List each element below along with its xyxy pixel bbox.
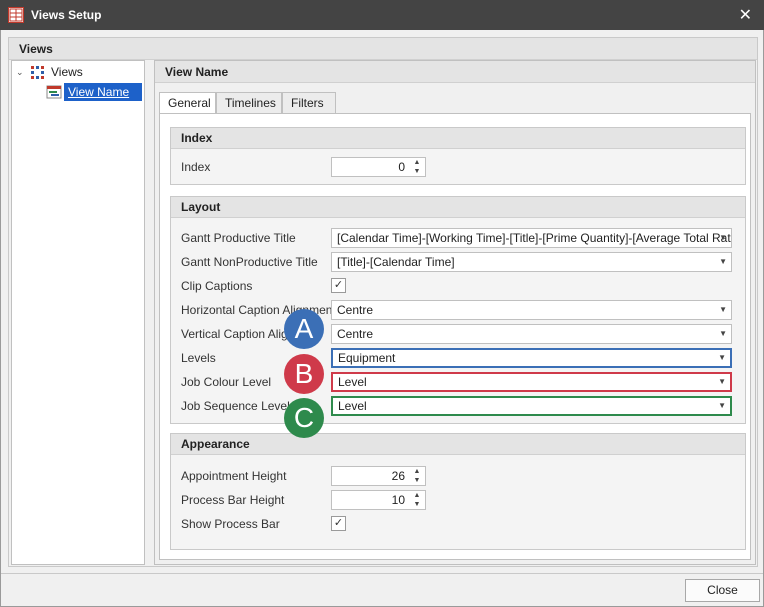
tab-filters[interactable]: Filters (282, 92, 336, 114)
index-spinner[interactable]: 0 ▲ ▼ (331, 157, 426, 177)
v-align-value: Centre (337, 327, 374, 341)
appointment-height-value[interactable]: 26 (392, 467, 405, 485)
dropdown-arrow-icon[interactable]: ▼ (719, 229, 727, 247)
v-align-combo[interactable]: Centre ▼ (331, 324, 732, 344)
job-colour-value: Level (338, 375, 367, 389)
process-bar-height-spinner[interactable]: 10 ▲ ▼ (331, 490, 426, 510)
layout-group: Layout Gantt Productive Title [Calendar … (170, 196, 746, 424)
levels-label: Levels (181, 351, 216, 365)
gantt-nonproductive-value: [Title]-[Calendar Time] (337, 255, 455, 269)
close-button[interactable]: Close (685, 579, 760, 602)
tree-row-view-name[interactable]: View Name (12, 83, 144, 101)
spin-up-icon[interactable]: ▲ (411, 491, 423, 500)
dropdown-arrow-icon[interactable]: ▼ (719, 301, 727, 319)
dialog-body: Views ⌄ Views View Name View Name Genera… (0, 30, 764, 607)
spin-up-icon[interactable]: ▲ (411, 158, 423, 167)
callout-c-badge: C (284, 398, 324, 438)
job-sequence-combo[interactable]: Level ▼ (331, 396, 732, 416)
callout-a-badge: A (284, 309, 324, 349)
layout-group-title: Layout (171, 197, 745, 218)
clip-captions-label: Clip Captions (181, 279, 253, 293)
title-bar: Views Setup ✕ (0, 0, 764, 30)
levels-combo[interactable]: Equipment ▼ (331, 348, 732, 368)
job-sequence-label: Job Sequence Level (181, 399, 290, 413)
appearance-group-title: Appearance (171, 434, 745, 455)
v-align-label: Vertical Caption Alignment (181, 327, 289, 341)
gantt-nonproductive-combo[interactable]: [Title]-[Calendar Time] ▼ (331, 252, 732, 272)
appearance-group: Appearance Appointment Height 26 ▲ ▼ Pro… (170, 433, 746, 550)
index-value[interactable]: 0 (398, 158, 405, 176)
job-sequence-value: Level (338, 399, 367, 413)
detail-title: View Name (155, 61, 755, 83)
show-process-bar-label: Show Process Bar (181, 517, 280, 531)
clip-captions-checkbox[interactable]: ✓ (331, 278, 346, 293)
levels-value: Equipment (338, 351, 396, 365)
views-setup-app-icon (8, 7, 24, 23)
tree-row-views[interactable]: ⌄ Views (12, 63, 142, 81)
job-colour-label: Job Colour Level (181, 375, 272, 389)
process-bar-height-value[interactable]: 10 (392, 491, 405, 509)
gantt-nonproductive-label: Gantt NonProductive Title (181, 255, 318, 269)
tab-timelines[interactable]: Timelines (216, 92, 282, 114)
dropdown-arrow-icon[interactable]: ▼ (719, 325, 727, 343)
dropdown-arrow-icon[interactable]: ▼ (718, 398, 726, 414)
dropdown-arrow-icon[interactable]: ▼ (718, 350, 726, 366)
tab-general[interactable]: General (159, 92, 216, 115)
spin-up-icon[interactable]: ▲ (411, 467, 423, 476)
show-process-bar-checkbox[interactable]: ✓ (331, 516, 346, 531)
tree-root-label: Views (51, 65, 83, 79)
footer-divider (1, 573, 763, 574)
gantt-productive-combo[interactable]: [Calendar Time]-[Working Time]-[Title]-[… (331, 228, 732, 248)
spin-down-icon[interactable]: ▼ (411, 500, 423, 509)
view-detail-panel: View Name General Timelines Filters Inde… (154, 60, 756, 565)
window-title: Views Setup (31, 8, 102, 22)
window-close-icon[interactable]: ✕ (739, 5, 752, 25)
h-align-value: Centre (337, 303, 374, 317)
views-tree: ⌄ Views View Name (11, 60, 145, 565)
appointment-height-label: Appointment Height (181, 469, 287, 483)
dropdown-arrow-icon[interactable]: ▼ (719, 253, 727, 271)
gantt-view-icon (46, 85, 62, 99)
spin-down-icon[interactable]: ▼ (411, 476, 423, 485)
process-bar-height-label: Process Bar Height (181, 493, 285, 507)
index-label: Index (181, 160, 211, 174)
spin-down-icon[interactable]: ▼ (411, 167, 423, 176)
dropdown-arrow-icon[interactable]: ▼ (718, 374, 726, 390)
gantt-productive-value: [Calendar Time]-[Working Time]-[Title]-[… (337, 231, 732, 245)
index-group-title: Index (171, 128, 745, 149)
tree-child-label[interactable]: View Name (64, 83, 142, 101)
general-tab-panel: Index Index 0 ▲ ▼ Layout Gantt Productiv… (159, 113, 751, 560)
chevron-down-icon[interactable]: ⌄ (16, 67, 26, 77)
job-colour-combo[interactable]: Level ▼ (331, 372, 732, 392)
index-group: Index Index 0 ▲ ▼ (170, 127, 746, 185)
views-group: Views ⌄ Views View Name View Name Genera… (8, 37, 758, 567)
gantt-productive-label: Gantt Productive Title (181, 231, 296, 245)
h-align-combo[interactable]: Centre ▼ (331, 300, 732, 320)
appointment-height-spinner[interactable]: 26 ▲ ▼ (331, 466, 426, 486)
callout-b-badge: B (284, 354, 324, 394)
views-group-title: Views (9, 38, 757, 60)
views-folder-icon (30, 65, 46, 79)
